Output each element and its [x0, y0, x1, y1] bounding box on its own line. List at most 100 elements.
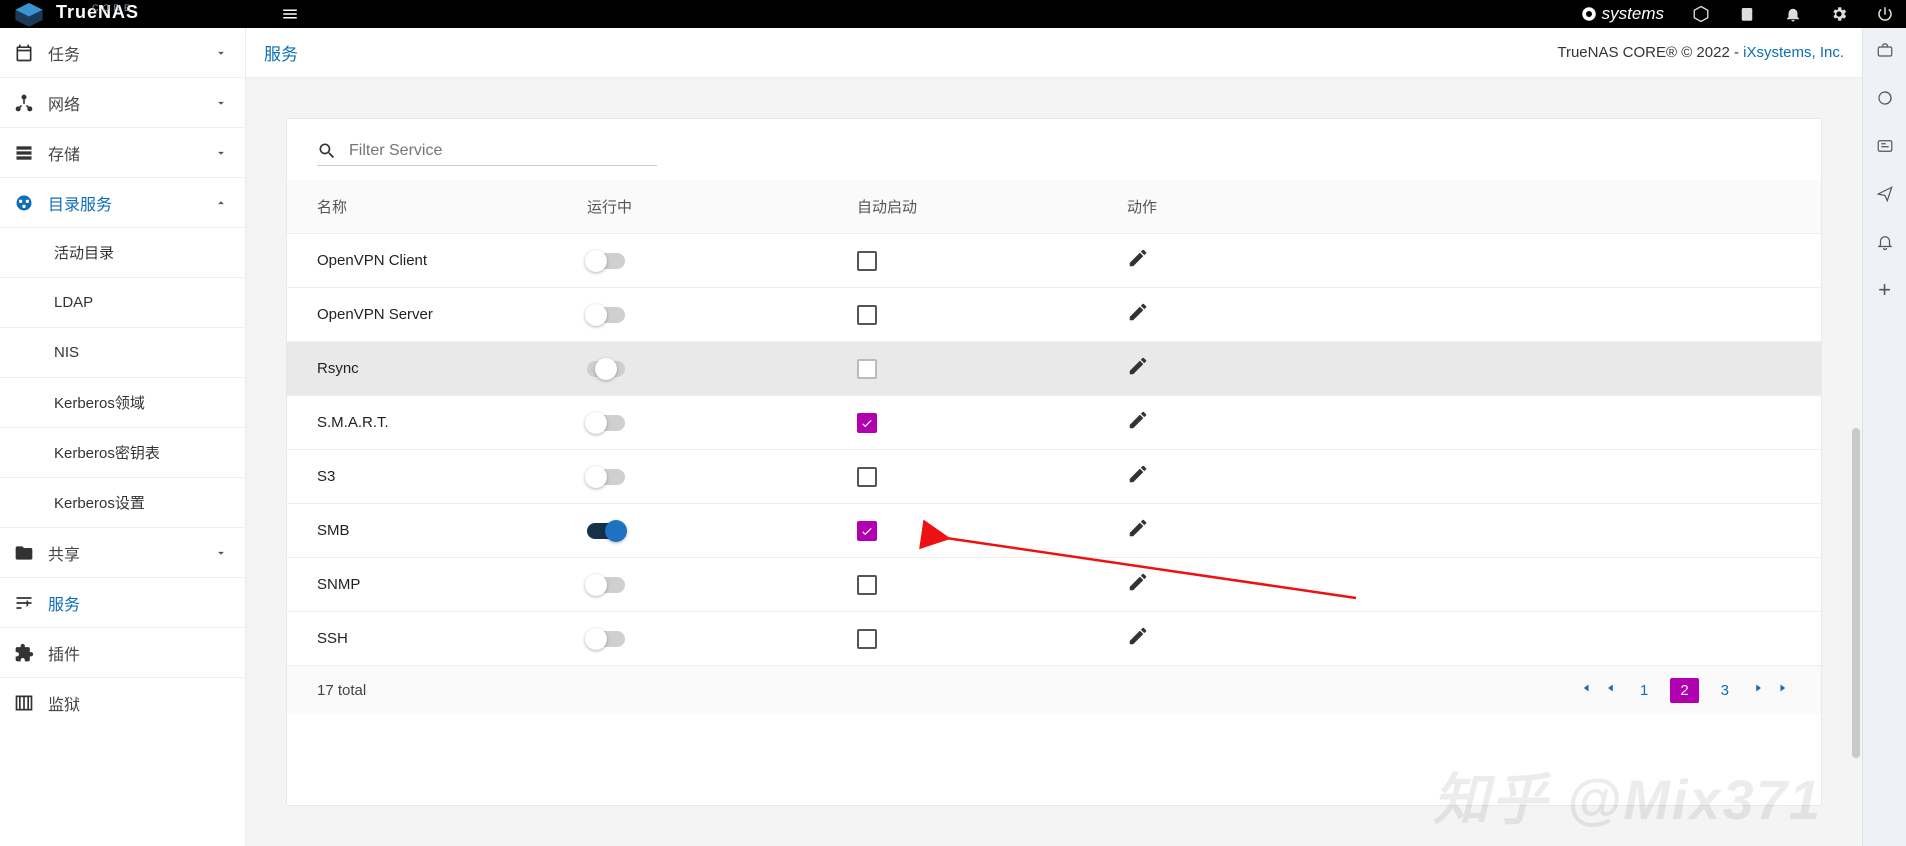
running-toggle[interactable] [587, 253, 625, 269]
running-cell [587, 307, 857, 323]
sidebar-item-label: LDAP [54, 294, 231, 311]
table-row: S.M.A.R.T. [287, 396, 1821, 450]
col-name: 名称 [317, 196, 587, 217]
running-cell [587, 469, 857, 485]
edit-button[interactable] [1127, 517, 1149, 544]
pager-page-1[interactable]: 1 [1630, 678, 1658, 703]
table-row: S3 [287, 450, 1821, 504]
sidebar-item-nis[interactable]: NIS [0, 328, 245, 378]
total-count: 17 total [317, 682, 366, 699]
edit-button[interactable] [1127, 247, 1149, 274]
briefcase-icon[interactable] [1875, 40, 1895, 60]
running-toggle[interactable] [587, 307, 625, 323]
chevron-down-icon [211, 46, 231, 60]
sidebar-item-network[interactable]: 网络 [0, 78, 245, 128]
running-toggle[interactable] [587, 415, 625, 431]
edit-button[interactable] [1127, 355, 1149, 382]
edit-button[interactable] [1127, 571, 1149, 598]
action-cell [1127, 355, 1397, 382]
clipboard-icon[interactable] [1738, 5, 1756, 23]
pager-last[interactable] [1777, 681, 1791, 699]
sidebar-item-label: NIS [54, 344, 231, 361]
service-name: S.M.A.R.T. [317, 414, 587, 431]
table-row: OpenVPN Client [287, 234, 1821, 288]
card-icon[interactable] [1875, 136, 1895, 156]
sidebar-item-tasks[interactable]: 任务 [0, 28, 245, 78]
action-cell [1127, 301, 1397, 328]
edit-button[interactable] [1127, 625, 1149, 652]
pager-first[interactable] [1578, 681, 1592, 699]
running-toggle[interactable] [587, 577, 625, 593]
bell-icon[interactable] [1784, 5, 1802, 23]
sidebar-item-label: 插件 [48, 641, 231, 665]
autostart-checkbox[interactable] [857, 575, 877, 595]
cube-icon[interactable] [1692, 5, 1710, 23]
sidebar-item-sharing[interactable]: 共享 [0, 528, 245, 578]
running-toggle[interactable] [587, 631, 625, 647]
autostart-checkbox[interactable] [857, 305, 877, 325]
edit-button[interactable] [1127, 301, 1149, 328]
filter-input[interactable] [349, 142, 657, 160]
swirl-icon[interactable] [1875, 88, 1895, 108]
action-cell [1127, 463, 1397, 490]
plus-icon[interactable]: + [1875, 280, 1895, 300]
sidebar-item-label: 共享 [48, 541, 211, 565]
table-footer: 17 total 1 2 3 [287, 666, 1821, 714]
sidebar-item-plugins[interactable]: 插件 [0, 628, 245, 678]
sidebar-item-ldap[interactable]: LDAP [0, 278, 245, 328]
table-header: 名称 运行中 自动启动 动作 [287, 180, 1821, 234]
gear-icon[interactable] [1830, 5, 1848, 23]
autostart-checkbox[interactable] [857, 413, 877, 433]
sidebar: 任务 网络 存储 目录服务 活动目录 LDAP NIS Kerberos领域 [0, 28, 246, 846]
edit-button[interactable] [1127, 409, 1149, 436]
power-icon[interactable] [1876, 5, 1894, 23]
sidebar-item-jails[interactable]: 监狱 [0, 678, 245, 728]
ixsystems-link[interactable]: iXsystems, Inc. [1743, 44, 1844, 61]
table-row: SSH [287, 612, 1821, 666]
autostart-checkbox[interactable] [857, 521, 877, 541]
running-toggle[interactable] [587, 523, 625, 539]
autostart-checkbox[interactable] [857, 251, 877, 271]
pager-page-3[interactable]: 3 [1711, 678, 1739, 703]
scrollbar-thumb[interactable] [1852, 428, 1860, 758]
sidebar-item-storage[interactable]: 存储 [0, 128, 245, 178]
sidebar-item-label: 目录服务 [48, 191, 211, 215]
autostart-checkbox[interactable] [857, 629, 877, 649]
jail-icon [14, 693, 48, 713]
network-icon [14, 93, 48, 113]
breadcrumb-bar: 服务 TrueNAS CORE® © 2022 - iXsystems, Inc… [246, 28, 1862, 78]
pager-next[interactable] [1751, 681, 1765, 699]
running-cell [587, 253, 857, 269]
menu-icon[interactable] [281, 5, 299, 23]
send-icon[interactable] [1875, 184, 1895, 204]
breadcrumb[interactable]: 服务 [264, 40, 298, 65]
pager-prev[interactable] [1604, 681, 1618, 699]
sidebar-item-kerberos-keytabs[interactable]: Kerberos密钥表 [0, 428, 245, 478]
sidebar-item-label: Kerberos领域 [54, 392, 231, 413]
sidebar-item-services[interactable]: 服务 [0, 578, 245, 628]
autostart-cell [857, 467, 1127, 487]
search-icon [317, 141, 337, 161]
running-toggle[interactable] [587, 469, 625, 485]
autostart-checkbox[interactable] [857, 467, 877, 487]
col-running: 运行中 [587, 196, 857, 217]
storage-icon [14, 143, 48, 163]
table-row: SMB [287, 504, 1821, 558]
brand-sub: CORE [92, 3, 134, 13]
action-cell [1127, 247, 1397, 274]
sidebar-item-label: 监狱 [48, 691, 231, 715]
sidebar-item-active-directory[interactable]: 活动目录 [0, 228, 245, 278]
service-name: OpenVPN Client [317, 252, 587, 269]
sidebar-item-directory-services[interactable]: 目录服务 [0, 178, 245, 228]
action-cell [1127, 409, 1397, 436]
bell-outline-icon[interactable] [1875, 232, 1895, 252]
running-toggle[interactable] [587, 361, 625, 377]
col-autostart: 自动启动 [857, 196, 1127, 217]
pager-page-2[interactable]: 2 [1670, 678, 1698, 703]
sidebar-item-kerberos-realms[interactable]: Kerberos领域 [0, 378, 245, 428]
sidebar-item-kerberos-settings[interactable]: Kerberos设置 [0, 478, 245, 528]
filter-search[interactable] [317, 141, 657, 166]
autostart-cell [857, 575, 1127, 595]
edit-button[interactable] [1127, 463, 1149, 490]
running-cell [587, 523, 857, 539]
